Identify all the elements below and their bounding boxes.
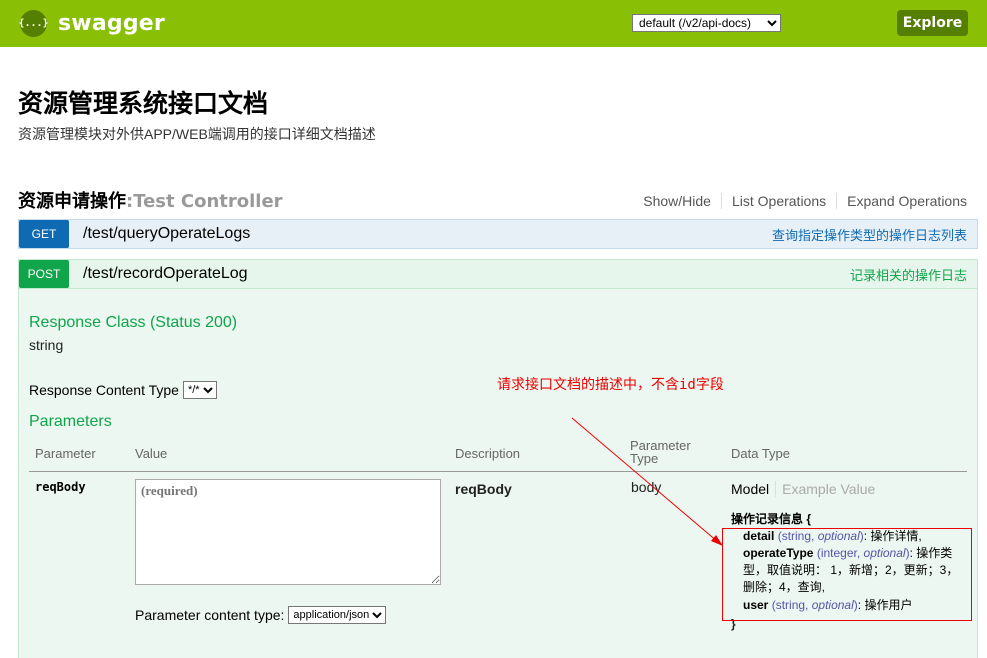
resource-heading[interactable]: 资源申请操作:Test Controller	[18, 187, 283, 213]
page-title: 资源管理系统接口文档	[18, 89, 269, 118]
response-class-heading: Response Class (Status 200)	[29, 314, 238, 331]
model-name: 操作记录信息	[731, 512, 804, 526]
method-badge-post[interactable]: POST	[19, 260, 69, 288]
operation-post-record-operate-log[interactable]: POST /test/recordOperateLog 记录相关的操作日志	[18, 259, 978, 289]
parameters-heading: Parameters	[29, 413, 112, 430]
page-description: 资源管理模块对外供APP/WEB端调用的接口详细文档描述	[18, 126, 376, 142]
model-tabs: Model Example Value	[731, 481, 875, 497]
resource-name: 资源申请操作	[18, 191, 126, 212]
operation-path[interactable]: /test/queryOperateLogs	[83, 225, 250, 243]
operation-path[interactable]: /test/recordOperateLog	[83, 265, 248, 283]
controller-name: Test Controller	[133, 191, 283, 212]
show-hide-link[interactable]: Show/Hide	[633, 193, 721, 209]
response-content-type-select[interactable]: */*	[182, 381, 217, 399]
param-content-type: Parameter content type: application/json	[135, 606, 387, 624]
model-signature: 操作记录信息 {	[731, 511, 811, 528]
logo-text: swagger	[58, 11, 165, 36]
expand-operations-link[interactable]: Expand Operations	[836, 193, 967, 209]
param-content-type-label: Parameter content type:	[135, 607, 285, 623]
model-open-brace: {	[806, 512, 812, 526]
example-value-tab[interactable]: Example Value	[776, 481, 875, 497]
annotation-text: 请求接口文档的描述中，不含id字段	[497, 377, 724, 393]
response-content-type-label: Response Content Type	[29, 382, 179, 398]
header-parameter-type: Parameter Type	[630, 438, 691, 466]
param-content-type-select[interactable]: application/json	[288, 606, 387, 624]
response-content-type: Response Content Type */*	[29, 381, 217, 399]
operation-get-query-operate-logs[interactable]: GET /test/queryOperateLogs 查询指定操作类型的操作日志…	[18, 219, 978, 249]
swagger-logo-icon: {...}	[18, 10, 49, 37]
top-bar: {...} swagger default (/v2/api-docs) Exp…	[0, 0, 987, 47]
operation-summary[interactable]: 查询指定操作类型的操作日志列表	[772, 225, 967, 244]
response-class-value: string	[29, 337, 64, 353]
header-description: Description	[455, 446, 521, 461]
header-value: Value	[135, 446, 168, 461]
param-value-textarea[interactable]	[135, 479, 441, 585]
api-docs-select[interactable]: default (/v2/api-docs)	[632, 14, 781, 32]
header-parameter: Parameter	[35, 446, 96, 461]
param-type: body	[631, 479, 662, 495]
param-description: reqBody	[455, 481, 512, 497]
header-data-type: Data Type	[731, 446, 791, 461]
swagger-logo[interactable]: {...} swagger	[18, 10, 165, 37]
annotation-highlight-box	[722, 528, 972, 621]
explore-button[interactable]: Explore	[897, 10, 968, 36]
param-name: reqBody	[35, 480, 86, 494]
operation-summary[interactable]: 记录相关的操作日志	[850, 265, 967, 284]
list-operations-link[interactable]: List Operations	[720, 193, 836, 209]
model-tab[interactable]: Model	[731, 481, 777, 497]
method-badge-get[interactable]: GET	[19, 220, 69, 248]
table-header-divider	[29, 471, 967, 472]
resource-actions: Show/Hide List Operations Expand Operati…	[633, 193, 967, 209]
